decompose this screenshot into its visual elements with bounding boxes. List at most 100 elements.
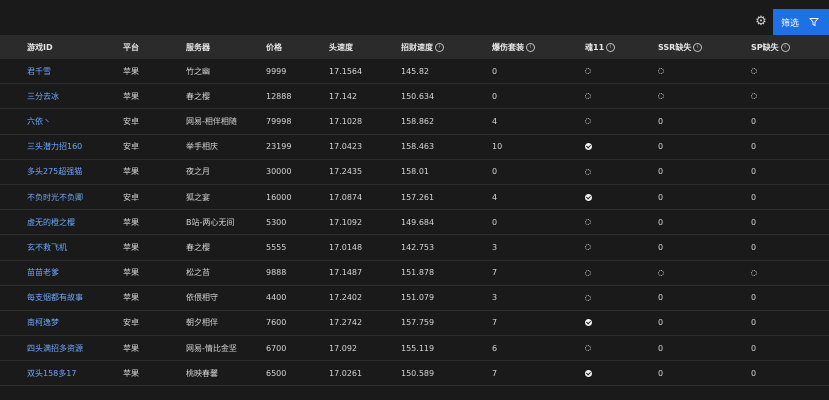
header-price[interactable]: 价格 <box>266 35 282 59</box>
cell-game-id[interactable]: 双头158多17 <box>27 361 76 385</box>
header-label: 价格 <box>266 42 282 52</box>
cell-platform: 安卓 <box>123 318 139 328</box>
cell-sp-missing: 0 <box>751 167 757 177</box>
cell-price: 4400 <box>266 293 287 303</box>
cell-soul11 <box>585 135 592 159</box>
empty-circle-icon <box>658 93 664 100</box>
cell-server: 春之樱 <box>186 91 210 101</box>
cell-game-id[interactable]: 不负时光不负卿 <box>27 185 83 209</box>
cell-game-id[interactable]: 三头潜力招160 <box>27 135 82 159</box>
cell-server: 夜之月 <box>186 167 210 177</box>
cell-ssr-missing <box>658 59 664 83</box>
cell-crit-set: 0 <box>492 217 498 227</box>
table-row: 每支烟都有故事 苹果 依偎相守 4400 17.2402 151.079 3 0 0 <box>0 286 829 311</box>
cell-server: 网易-相伴相随 <box>186 116 237 126</box>
info-icon[interactable]: i <box>606 42 616 52</box>
cell-zhaocai-speed: 155.119 <box>401 343 435 353</box>
empty-circle-icon <box>658 269 664 276</box>
cell-head-speed: 17.1028 <box>329 116 363 126</box>
header-server[interactable]: 服务器 <box>186 35 210 59</box>
empty-circle-icon <box>585 294 591 301</box>
header-ssr-missing[interactable]: SSR缺失 i <box>658 35 703 59</box>
cell-game-id[interactable]: 多头275超强猫 <box>27 160 82 184</box>
cell-game-id[interactable]: 君千雪 <box>27 59 51 83</box>
cell-zhaocai-speed: 151.079 <box>401 293 435 303</box>
cell-game-id[interactable]: 六依丶 <box>27 109 51 133</box>
header-zhaocai-speed[interactable]: 招财速度 i <box>401 35 444 59</box>
cell-platform: 安卓 <box>123 192 139 202</box>
cell-game-id[interactable]: 苗苗老爹 <box>27 261 59 285</box>
cell-head-speed: 17.1092 <box>329 217 363 227</box>
empty-circle-icon <box>658 68 664 75</box>
cell-server: 竹之幽 <box>186 66 210 76</box>
filter-button[interactable]: 筛选 <box>773 9 829 35</box>
cell-price: 23199 <box>266 142 292 152</box>
empty-circle-icon <box>585 219 591 226</box>
cell-price: 6500 <box>266 368 287 378</box>
cell-zhaocai-speed: 145.82 <box>401 66 429 76</box>
cell-sp-missing: 0 <box>751 368 757 378</box>
cell-ssr-missing: 0 <box>658 142 664 152</box>
cell-soul11 <box>585 286 591 310</box>
cell-platform: 苹果 <box>123 217 139 227</box>
cell-game-id[interactable]: 三分去冰 <box>27 84 59 108</box>
cell-soul11 <box>585 311 592 335</box>
cell-game-id[interactable]: 玄不救飞机 <box>27 235 67 259</box>
cell-server: B站-两心无间 <box>186 217 235 227</box>
cell-zhaocai-speed: 157.759 <box>401 318 435 328</box>
cell-soul11 <box>585 160 591 184</box>
empty-circle-icon <box>585 118 591 125</box>
header-label: SP缺失 <box>751 42 779 52</box>
cell-ssr-missing: 0 <box>658 318 664 328</box>
header-head-speed[interactable]: 头速度 <box>329 35 353 59</box>
cell-crit-set: 7 <box>492 318 498 328</box>
cell-head-speed: 17.2435 <box>329 167 363 177</box>
cell-crit-set: 3 <box>492 293 498 303</box>
cell-zhaocai-speed: 158.862 <box>401 116 435 126</box>
cell-sp-missing: 0 <box>751 192 757 202</box>
cell-platform: 苹果 <box>123 293 139 303</box>
cell-server: 举手相庆 <box>186 142 218 152</box>
cell-sp-missing: 0 <box>751 142 757 152</box>
cell-soul11 <box>585 336 591 360</box>
cell-sp-missing: 0 <box>751 293 757 303</box>
funnel-icon <box>809 18 819 27</box>
info-icon[interactable]: i <box>435 42 444 52</box>
cell-game-id[interactable]: 虚无的橙之樱 <box>27 210 75 234</box>
cell-price: 5555 <box>266 242 287 252</box>
header-sp-missing[interactable]: SP缺失 i <box>751 35 790 59</box>
cell-soul11 <box>585 109 591 133</box>
cell-game-id[interactable]: 四头满招多资源 <box>27 336 83 360</box>
header-soul11[interactable]: 魂11 i <box>585 35 616 59</box>
cell-soul11 <box>585 210 591 234</box>
cell-crit-set: 0 <box>492 66 498 76</box>
header-crit-set[interactable]: 爆伤套装 i <box>492 35 535 59</box>
cell-sp-missing <box>751 261 757 285</box>
cell-head-speed: 17.092 <box>329 343 357 353</box>
cell-price: 12888 <box>266 91 292 101</box>
cell-platform: 安卓 <box>123 142 139 152</box>
info-icon[interactable]: i <box>526 42 535 52</box>
cell-price: 9888 <box>266 268 287 278</box>
cell-sp-missing: 0 <box>751 242 757 252</box>
cell-game-id[interactable]: 每支烟都有故事 <box>27 286 83 310</box>
header-game-id[interactable]: 游戏ID <box>27 35 53 59</box>
empty-circle-icon <box>751 68 757 75</box>
info-icon[interactable]: i <box>780 42 790 52</box>
cell-head-speed: 17.1564 <box>329 66 363 76</box>
cell-price: 16000 <box>266 192 292 202</box>
empty-circle-icon <box>585 269 591 276</box>
cell-platform: 苹果 <box>123 343 139 353</box>
cell-head-speed: 17.0148 <box>329 242 363 252</box>
cell-price: 6700 <box>266 343 287 353</box>
info-icon[interactable]: i <box>693 42 703 52</box>
header-platform[interactable]: 平台 <box>123 35 139 59</box>
cell-crit-set: 0 <box>492 167 498 177</box>
cell-game-id[interactable]: 南柯逸梦 <box>27 311 59 335</box>
empty-circle-icon <box>751 93 757 100</box>
gear-icon[interactable]: ⚙ <box>754 15 768 29</box>
header-label: SSR缺失 <box>658 42 692 52</box>
cell-crit-set: 6 <box>492 343 498 353</box>
table-row: 苗苗老爹 苹果 松之苔 9888 17.1487 151.878 7 <box>0 261 829 286</box>
cell-ssr-missing: 0 <box>658 293 664 303</box>
